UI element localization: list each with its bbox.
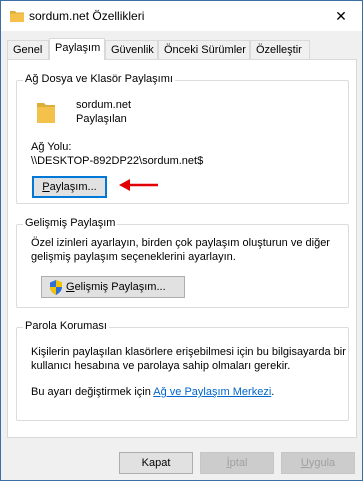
tab-strip: Genel Paylaşım Güvenlik Önceki Sürümler … [7, 38, 357, 60]
password-change-text: Bu ayarı değiştirmek için Ağ ve Paylaşım… [31, 386, 274, 398]
dialog-footer: Kapat İptal Uygula [1, 438, 362, 480]
advanced-sharing-button-mnemonic: G [66, 281, 75, 293]
group-legend: Gelişmiş Paylaşım [23, 217, 118, 229]
network-path-label-rest: Yolu: [44, 141, 72, 153]
advanced-sharing-button-label: elişmiş Paylaşım... [74, 281, 166, 293]
sharing-panel: Ağ Dosya ve Klasör Paylaşımı sordum.net … [7, 59, 357, 438]
advanced-sharing-button[interactable]: Gelişmiş Paylaşım... [41, 276, 185, 298]
tab-genel[interactable]: Genel [7, 40, 49, 59]
tab-label: Önceki Sürümler [164, 44, 246, 56]
password-change-suffix: . [271, 386, 275, 398]
window-title: sordum.net Özellikleri [29, 9, 145, 23]
group-legend: Parola Koruması [23, 320, 109, 332]
share-button[interactable]: Paylaşım... [32, 176, 107, 198]
network-path-value: \\DESKTOP-892DP22\sordum.net$ [31, 155, 204, 167]
cancel-button[interactable]: İptal [200, 452, 274, 474]
network-path-label: Ağ Yolu: [31, 141, 71, 153]
password-change-prefix: Bu ayarı değiştirmek için [31, 386, 154, 398]
apply-button-label: ygula [308, 457, 336, 469]
tab-label: Paylaşım [55, 42, 101, 54]
advanced-sharing-description-line2: gelişmiş paylaşım seçeneklerini ayarlayı… [31, 251, 236, 263]
tab-guvenlik[interactable]: Güvenlik [105, 40, 158, 59]
advanced-sharing-description-line1: Özel izinleri ayarlayın, birden çok payl… [31, 237, 330, 249]
red-arrow-icon [119, 178, 159, 195]
advanced-sharing-group: Gelişmiş Paylaşım Özel izinleri ayarlayı… [16, 217, 349, 308]
tab-label: Güvenlik [111, 44, 154, 56]
network-sharing-center-link[interactable]: Ağ ve Paylaşım Merkezi [153, 386, 271, 398]
cancel-button-label: ptal [229, 457, 248, 469]
shared-status: Paylaşılan [76, 113, 127, 125]
apply-button[interactable]: Uygula [281, 452, 355, 474]
tab-label: Genel [13, 44, 43, 56]
apply-button-mnemonic: U [300, 457, 309, 469]
shield-icon [49, 280, 63, 302]
tab-ozellestir[interactable]: Özelleştir [250, 40, 310, 59]
password-protection-group: Parola Koruması Kişilerin paylaşılan kla… [16, 320, 349, 421]
tab-paylasim[interactable]: Paylaşım [49, 38, 105, 60]
title-bar: sordum.net Özellikleri ✕ [1, 1, 362, 31]
network-file-folder-sharing-group: Ağ Dosya ve Klasör Paylaşımı sordum.net … [16, 73, 349, 204]
folder-icon [35, 99, 57, 128]
shared-folder-name: sordum.net [76, 99, 132, 111]
share-button-label: aylaşım... [49, 181, 97, 193]
group-legend: Ağ Dosya ve Klasör Paylaşımı [23, 73, 175, 85]
tab-label: Özelleştir [256, 44, 302, 56]
properties-dialog: sordum.net Özellikleri ✕ Genel Paylaşım … [0, 0, 363, 481]
password-description-line2: kullanıcı hesabına ve parolaya sahip olm… [31, 360, 291, 372]
password-description-line1: Kişilerin paylaşılan klasörlere erişebil… [31, 346, 346, 358]
folder-icon [9, 9, 25, 26]
close-icon[interactable]: ✕ [326, 5, 356, 27]
close-button[interactable]: Kapat [119, 452, 193, 474]
tab-onceki-surumler[interactable]: Önceki Sürümler [158, 40, 250, 59]
share-button-mnemonic: P [42, 181, 50, 193]
